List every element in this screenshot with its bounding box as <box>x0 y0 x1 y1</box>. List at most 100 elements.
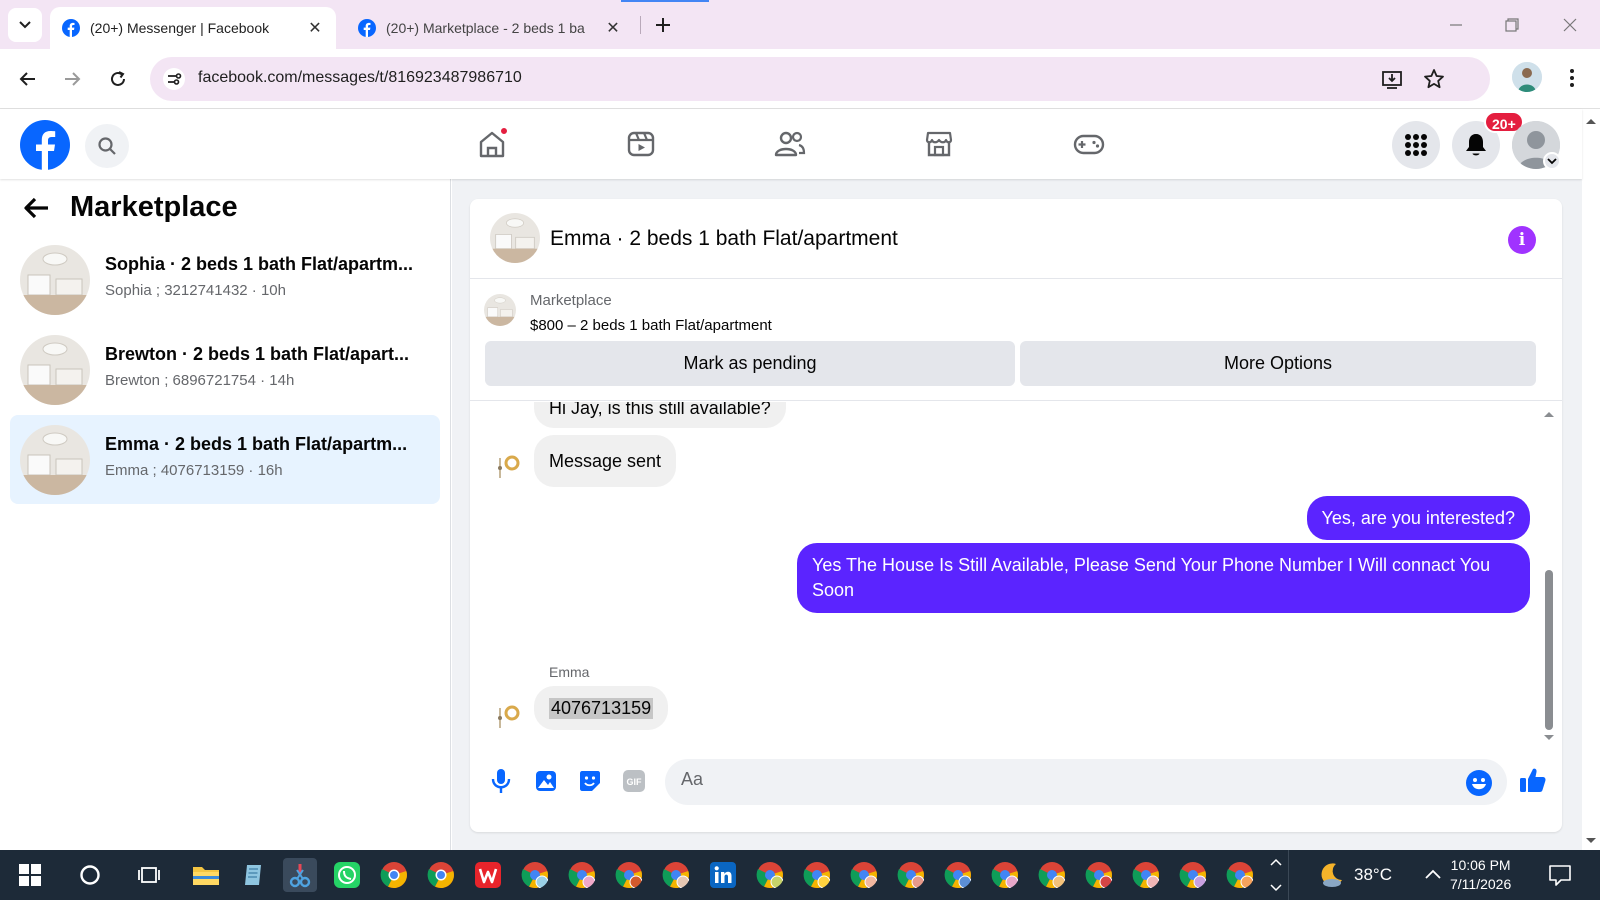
scroll-up-icon[interactable] <box>1543 410 1555 418</box>
tab-messenger[interactable]: (20+) Messenger | Facebook ✕ <box>50 7 336 49</box>
conversation-info-button[interactable]: i <box>1508 226 1536 254</box>
nav-friends[interactable] <box>766 121 814 167</box>
message-input-box[interactable] <box>665 759 1507 805</box>
emoji-icon[interactable] <box>1465 769 1493 797</box>
scroll-down-icon[interactable] <box>1543 734 1555 742</box>
task-view-button[interactable] <box>132 858 166 892</box>
weather-moon-icon[interactable] <box>1316 860 1346 890</box>
incoming-message[interactable]: Hi Jay, is this still available? <box>534 402 786 428</box>
contact-avatar-icon[interactable] <box>494 700 524 730</box>
restore-button[interactable] <box>1490 10 1534 40</box>
chrome-profile-button[interactable] <box>659 858 693 892</box>
browser-profile-avatar[interactable] <box>1512 62 1542 92</box>
menu-button[interactable] <box>1392 121 1440 169</box>
conversation-item-brewton[interactable]: Brewton · 2 beds 1 bath Flat/apart... Br… <box>10 325 440 414</box>
reload-button[interactable] <box>102 63 134 95</box>
chrome-profile-icon <box>991 862 1019 889</box>
system-clock[interactable]: 10:06 PM 7/11/2026 <box>1450 856 1511 894</box>
taskbar-overflow-scroller[interactable] <box>1268 856 1284 894</box>
voice-clip-button[interactable] <box>487 767 515 795</box>
chrome-profile-button[interactable] <box>894 858 928 892</box>
minimize-button[interactable] <box>1434 10 1478 40</box>
chat-header: Emma · 2 beds 1 bath Flat/apartment i <box>470 199 1562 279</box>
wps-office-button[interactable] <box>471 858 505 892</box>
facebook-logo-icon[interactable] <box>20 120 70 170</box>
facebook-search-button[interactable] <box>85 124 129 168</box>
message-text[interactable]: 4076713159 <box>549 697 654 719</box>
install-app-button[interactable] <box>1380 67 1404 91</box>
chrome-icon <box>427 862 454 889</box>
microphone-icon <box>491 769 511 793</box>
gif-button[interactable]: GIF <box>620 767 648 795</box>
bookmark-button[interactable] <box>1422 67 1446 91</box>
forward-button[interactable] <box>56 63 88 95</box>
back-button[interactable] <box>12 63 44 95</box>
conversation-item-emma[interactable]: Emma · 2 beds 1 bath Flat/apartm... Emma… <box>10 415 440 504</box>
sidebar-back-button[interactable] <box>24 193 54 223</box>
chrome-profile-button[interactable] <box>1176 858 1210 892</box>
chrome-profile-button[interactable] <box>612 858 646 892</box>
linkedin-button[interactable] <box>706 858 740 892</box>
chrome-profile-button[interactable] <box>1035 858 1069 892</box>
show-hidden-icons-icon[interactable] <box>1424 868 1442 880</box>
chrome-profile-button[interactable] <box>1082 858 1116 892</box>
site-info-icon[interactable] <box>162 67 186 91</box>
notepad-app-button[interactable] <box>236 858 270 892</box>
incoming-message[interactable]: Message sent <box>534 435 677 487</box>
contact-avatar-icon[interactable] <box>494 450 524 480</box>
chat-listing-thumbnail[interactable] <box>490 213 540 263</box>
scroll-down-icon[interactable] <box>1585 837 1597 845</box>
chrome-profile-button[interactable] <box>847 858 881 892</box>
chrome-profile-button[interactable] <box>1223 858 1257 892</box>
nav-home[interactable] <box>468 121 516 167</box>
conversation-item-sophia[interactable]: Sophia · 2 beds 1 bath Flat/apartm... So… <box>10 235 440 324</box>
outgoing-message[interactable]: Yes, are you interested? <box>1306 496 1530 540</box>
close-window-button[interactable] <box>1548 10 1592 40</box>
mark-as-pending-button[interactable]: Mark as pending <box>485 341 1015 386</box>
chrome-profile-button[interactable] <box>988 858 1022 892</box>
close-tab-icon[interactable]: ✕ <box>604 18 622 38</box>
chrome-profile-button[interactable] <box>1129 858 1163 892</box>
tab-search-button[interactable] <box>8 8 42 42</box>
whatsapp-button[interactable] <box>330 858 364 892</box>
tab-marketplace[interactable]: (20+) Marketplace - 2 beds 1 ba ✕ <box>346 7 634 49</box>
new-tab-button[interactable] <box>650 12 676 38</box>
chat-title[interactable]: Emma · 2 beds 1 bath Flat/apartment <box>550 227 898 251</box>
file-explorer-button[interactable] <box>189 858 223 892</box>
thread-scrollbar[interactable] <box>1541 402 1555 747</box>
search-taskbar-button[interactable] <box>73 858 107 892</box>
browser-menu-button[interactable] <box>1560 63 1584 93</box>
chrome-profile-button[interactable] <box>800 858 834 892</box>
install-icon <box>1382 71 1402 89</box>
listing-mini-thumbnail[interactable] <box>484 294 516 326</box>
send-like-button[interactable] <box>1518 765 1548 795</box>
nav-gaming[interactable] <box>1065 121 1113 167</box>
nav-reels[interactable] <box>617 121 665 167</box>
chrome-profile-button[interactable] <box>941 858 975 892</box>
listing-price[interactable]: $800 – 2 beds 1 bath Flat/apartment <box>530 317 772 334</box>
action-center-icon[interactable] <box>1548 864 1572 886</box>
weather-temperature[interactable]: 38°C <box>1354 865 1392 885</box>
incoming-message[interactable]: 4076713159 <box>534 686 669 730</box>
attach-media-button[interactable] <box>532 767 560 795</box>
chrome-profile-button[interactable] <box>565 858 599 892</box>
message-input[interactable] <box>681 769 1441 790</box>
message-text: Hi Jay, is this still available? <box>549 402 771 418</box>
address-bar[interactable]: facebook.com/messages/t/816923487986710 <box>150 57 1490 101</box>
outgoing-message[interactable]: Yes The House Is Still Available, Please… <box>797 543 1530 613</box>
more-options-button[interactable]: More Options <box>1020 341 1536 386</box>
chrome-profile-button[interactable] <box>753 858 787 892</box>
sticker-button[interactable] <box>576 767 604 795</box>
thread-scroll-thumb[interactable] <box>1545 570 1553 730</box>
nav-marketplace[interactable] <box>915 121 963 167</box>
page-scrollbar[interactable] <box>1582 109 1600 850</box>
close-tab-icon[interactable]: ✕ <box>306 18 324 38</box>
start-button[interactable] <box>13 858 47 892</box>
chrome-button[interactable] <box>377 858 411 892</box>
scroll-up-icon[interactable] <box>1585 117 1597 125</box>
chrome-button[interactable] <box>424 858 458 892</box>
message-composer: GIF <box>470 747 1562 832</box>
snipping-tool-button[interactable] <box>283 858 317 892</box>
account-menu-chevron[interactable] <box>1543 152 1561 170</box>
chrome-profile-button[interactable] <box>518 858 552 892</box>
